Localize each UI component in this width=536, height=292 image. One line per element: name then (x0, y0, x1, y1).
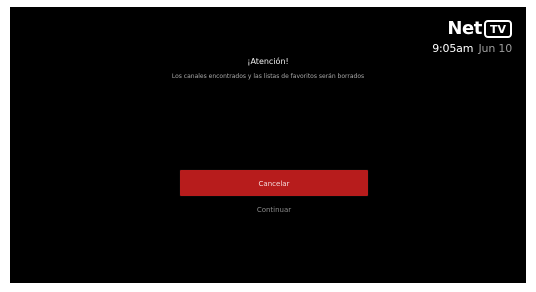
warning-dialog: ¡Atención! Los canales encontrados y las… (10, 57, 526, 81)
clock: 9:05am Jun 10 (392, 43, 512, 55)
logo-text: Net (447, 18, 482, 39)
dialog-title: ¡Atención! (247, 57, 289, 66)
clock-time: 9:05am (432, 42, 474, 55)
tv-icon: TV (484, 20, 512, 38)
brand-header: Net TV 9:05am Jun 10 (392, 19, 512, 59)
continue-button[interactable]: Continuar (180, 202, 368, 216)
clock-date: Jun 10 (478, 42, 513, 55)
dialog-message: Los canales encontrados y las listas de … (171, 73, 365, 80)
nettv-logo: Net TV (392, 19, 512, 39)
tv-badge-text: TV (489, 22, 507, 36)
tv-frame: Net TV 9:05am Jun 10 ¡Atención! Los cana… (0, 0, 536, 292)
tv-screen: Net TV 9:05am Jun 10 ¡Atención! Los cana… (10, 7, 526, 283)
cancel-button[interactable]: Cancelar (180, 170, 368, 196)
